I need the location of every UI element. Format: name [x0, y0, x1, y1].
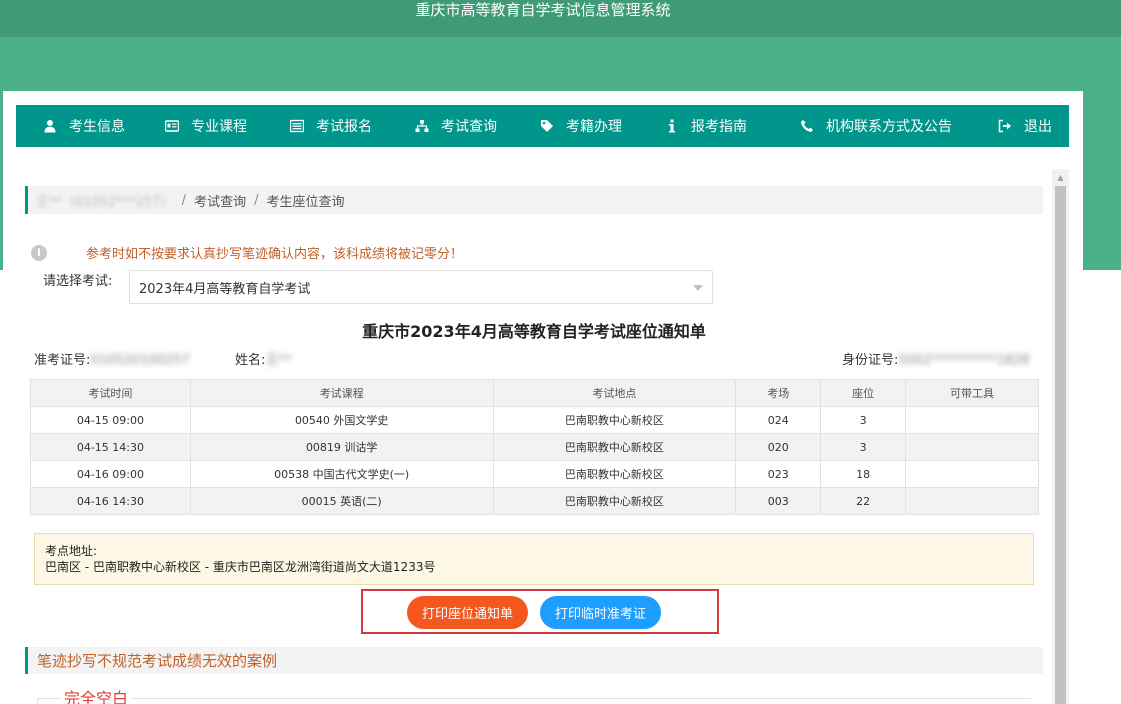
breadcrumb-user: 王**（01052***257）	[36, 194, 174, 210]
exam-site-address: 考点地址: 巴南区 - 巴南职教中心新校区 - 重庆市巴南区龙洲湾街道尚文大道1…	[34, 533, 1034, 585]
table-cell: 3	[820, 433, 907, 461]
table-cell: 巴南职教中心新校区	[492, 406, 737, 434]
nav-item-courses[interactable]: 专业课程	[165, 105, 247, 147]
warning-message: i 参考时如不按要求认真抄写笔迹确认内容，该科成绩将被记零分！	[31, 243, 463, 262]
table-cell: 024	[735, 406, 822, 434]
tag-icon	[540, 119, 554, 133]
exam-select[interactable]: 2023年4月高等教育自学考试	[129, 270, 713, 304]
table-cell: 3	[820, 406, 907, 434]
section-heading: 笔迹抄写不规范考试成绩无效的案例	[25, 647, 1043, 674]
table-cell: 18	[820, 460, 907, 488]
table-cell	[905, 487, 1039, 515]
table-row: 04-16 09:00 00538 中国古代文学史(一) 巴南职教中心新校区 0…	[30, 460, 1039, 488]
scroll-up-arrow-icon[interactable]: ▲	[1052, 169, 1069, 186]
table-cell	[905, 406, 1039, 434]
case-label: 完全空白	[61, 685, 132, 704]
table-header-row: 考试时间 考试课程 考试地点 考场 座位 可带工具	[30, 379, 1039, 407]
table-cell	[905, 460, 1039, 488]
table-cell: 020	[735, 433, 822, 461]
column-header: 座位	[820, 379, 907, 407]
scroll-thumb[interactable]	[1055, 186, 1066, 704]
sign-out-icon	[998, 119, 1012, 133]
table-row: 04-16 14:30 00015 英语(二) 巴南职教中心新校区 003 22	[30, 487, 1039, 515]
notice-title: 重庆市2023年4月高等教育自学考试座位通知单	[362, 322, 706, 341]
table-cell: 22	[820, 487, 907, 515]
table-cell: 巴南职教中心新校区	[492, 487, 737, 515]
table-cell: 00015 英语(二)	[189, 487, 494, 515]
nav-item-logout[interactable]: 退出	[998, 105, 1052, 147]
breadcrumb-seat-query: 考生座位查询	[266, 194, 345, 210]
address-value: 巴南区 - 巴南职教中心新校区 - 重庆市巴南区龙洲湾街道尚文大道1233号	[45, 560, 436, 574]
system-title: 重庆市高等教育自学考试信息管理系统	[415, 1, 671, 19]
print-temp-ticket-button[interactable]: 打印临时准考证	[540, 596, 661, 629]
table-cell: 巴南职教中心新校区	[492, 460, 737, 488]
warning-text: 参考时如不按要求认真抄写笔迹确认内容，该科成绩将被记零分！	[86, 247, 464, 262]
nav-item-exam-registration[interactable]: 考试报名	[290, 105, 372, 147]
address-label: 考点地址:	[45, 544, 98, 558]
column-header: 可带工具	[905, 379, 1039, 407]
breadcrumb: 王**（01052***257） / 考试查询 / 考生座位查询	[25, 186, 1043, 214]
id-card-icon	[165, 119, 179, 133]
table-row: 04-15 09:00 00540 外国文学史 巴南职教中心新校区 024 3	[30, 406, 1039, 434]
list-icon	[290, 119, 304, 133]
column-header: 考试地点	[492, 379, 737, 407]
info-circle-icon: i	[31, 244, 47, 261]
nav-item-student-status[interactable]: 考籍办理	[540, 105, 622, 147]
table-cell: 04-15 14:30	[30, 433, 191, 461]
table-row: 04-15 14:30 00819 训诂学 巴南职教中心新校区 020 3	[30, 433, 1039, 461]
table-cell: 00819 训诂学	[189, 433, 494, 461]
sitemap-icon	[415, 119, 429, 133]
table-cell: 04-16 09:00	[30, 460, 191, 488]
nav-item-student-info[interactable]: 考生信息	[43, 105, 125, 147]
ticket-number: 准考证号:010520100257	[34, 353, 190, 368]
table-cell: 00540 外国文学史	[189, 406, 494, 434]
vertical-scrollbar[interactable]: ▲	[1052, 169, 1069, 704]
column-header: 考场	[735, 379, 822, 407]
breadcrumb-separator: /	[181, 192, 187, 208]
phone-icon	[800, 119, 814, 133]
case-example-frame	[37, 698, 1031, 704]
table-cell: 04-15 09:00	[30, 406, 191, 434]
print-seat-notice-button[interactable]: 打印座位通知单	[407, 596, 528, 629]
table-cell: 00538 中国古代文学史(一)	[189, 460, 494, 488]
column-header: 考试课程	[189, 379, 494, 407]
breadcrumb-separator: /	[254, 192, 259, 208]
dropdown-arrow-icon	[693, 285, 703, 291]
exam-select-value: 2023年4月高等教育自学考试	[139, 281, 311, 297]
breadcrumb-exam-query[interactable]: 考试查询	[194, 191, 246, 210]
table-cell: 023	[735, 460, 822, 488]
exam-select-label: 请选择考试:	[43, 274, 113, 289]
table-cell: 巴南职教中心新校区	[492, 433, 737, 461]
content-area: 王**（01052***257） / 考试查询 / 考生座位查询 i 参考时如不…	[16, 169, 1052, 704]
info-icon	[665, 119, 679, 133]
nav-item-exam-guide[interactable]: 报考指南	[665, 105, 747, 147]
table-cell: 003	[735, 487, 822, 515]
nav-item-exam-query[interactable]: 考试查询	[415, 105, 497, 147]
user-icon	[43, 119, 57, 133]
table-cell	[905, 433, 1039, 461]
nav-item-contacts-announcements[interactable]: 机构联系方式及公告	[800, 105, 952, 147]
column-header: 考试时间	[30, 379, 191, 407]
id-number: 身份证号:5002**********1828	[842, 353, 1030, 368]
table-cell: 04-16 14:30	[30, 487, 191, 515]
seat-table: 考试时间 考试课程 考试地点 考场 座位 可带工具 04-15 09:00 00…	[30, 379, 1039, 515]
student-name: 姓名:王**	[235, 353, 292, 368]
